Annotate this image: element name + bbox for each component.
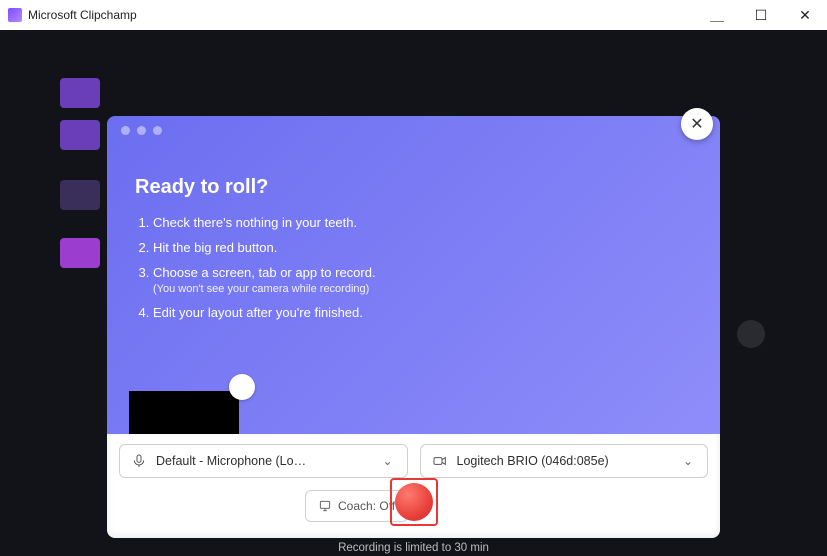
chevron-down-icon: ⌄ — [683, 454, 697, 468]
microphone-icon — [130, 453, 148, 469]
window-minimize-button[interactable]: ＿ — [695, 0, 739, 30]
record-button[interactable] — [395, 483, 433, 521]
microphone-label: Default - Microphone (Lo… — [156, 454, 377, 468]
camera-label: Logitech BRIO (046d:085e) — [457, 454, 678, 468]
instructions-heading: Ready to roll? — [135, 176, 680, 199]
window-traffic-lights-icon — [121, 126, 162, 135]
coach-icon — [318, 499, 332, 513]
expand-preview-button[interactable] — [229, 374, 255, 400]
camera-icon — [431, 453, 449, 469]
media-thumbnail — [60, 78, 100, 108]
expand-icon — [236, 381, 248, 393]
record-modal: Ready to roll? Check there's nothing in … — [107, 116, 720, 538]
instruction-step: Edit your layout after you're finished. — [153, 303, 680, 323]
media-thumbnail — [60, 180, 100, 210]
media-thumbnail — [60, 238, 100, 268]
app-window: Microsoft Clipchamp ＿ ☐ ✕ ✕ Ready to rol… — [0, 0, 827, 556]
media-thumbnail — [60, 120, 100, 150]
instruction-step: Check there's nothing in your teeth. — [153, 213, 680, 233]
app-background: ✕ Ready to roll? Check there's nothing i… — [0, 30, 827, 556]
title-bar: Microsoft Clipchamp ＿ ☐ ✕ — [0, 0, 827, 30]
modal-close-button[interactable]: ✕ — [681, 108, 713, 140]
instruction-subnote: (You won't see your camera while recordi… — [153, 281, 680, 298]
instruction-step-text: Choose a screen, tab or app to record. — [153, 265, 376, 280]
microphone-dropdown[interactable]: Default - Microphone (Lo… ⌄ — [119, 444, 408, 478]
instructions-block: Ready to roll? Check there's nothing in … — [135, 176, 680, 329]
controls-bar: Default - Microphone (Lo… ⌄ Logitech BRI… — [107, 434, 720, 538]
camera-preview — [129, 391, 239, 434]
instruction-step: Choose a screen, tab or app to record. (… — [153, 263, 680, 298]
instructions-list: Check there's nothing in your teeth. Hit… — [135, 213, 680, 324]
window-close-button[interactable]: ✕ — [783, 0, 827, 30]
coach-label: Coach: Off — [338, 499, 395, 513]
camera-dropdown[interactable]: Logitech BRIO (046d:085e) ⌄ — [420, 444, 709, 478]
window-maximize-button[interactable]: ☐ — [739, 0, 783, 30]
window-title: Microsoft Clipchamp — [28, 8, 137, 22]
app-logo-icon — [8, 8, 22, 22]
recording-limit-note: Recording is limited to 30 min — [0, 542, 827, 554]
chevron-down-icon: ⌄ — [383, 454, 397, 468]
background-avatar — [737, 320, 765, 348]
instruction-step: Hit the big red button. — [153, 238, 680, 258]
record-button-highlight — [390, 478, 438, 526]
instructions-panel: Ready to roll? Check there's nothing in … — [107, 116, 720, 434]
